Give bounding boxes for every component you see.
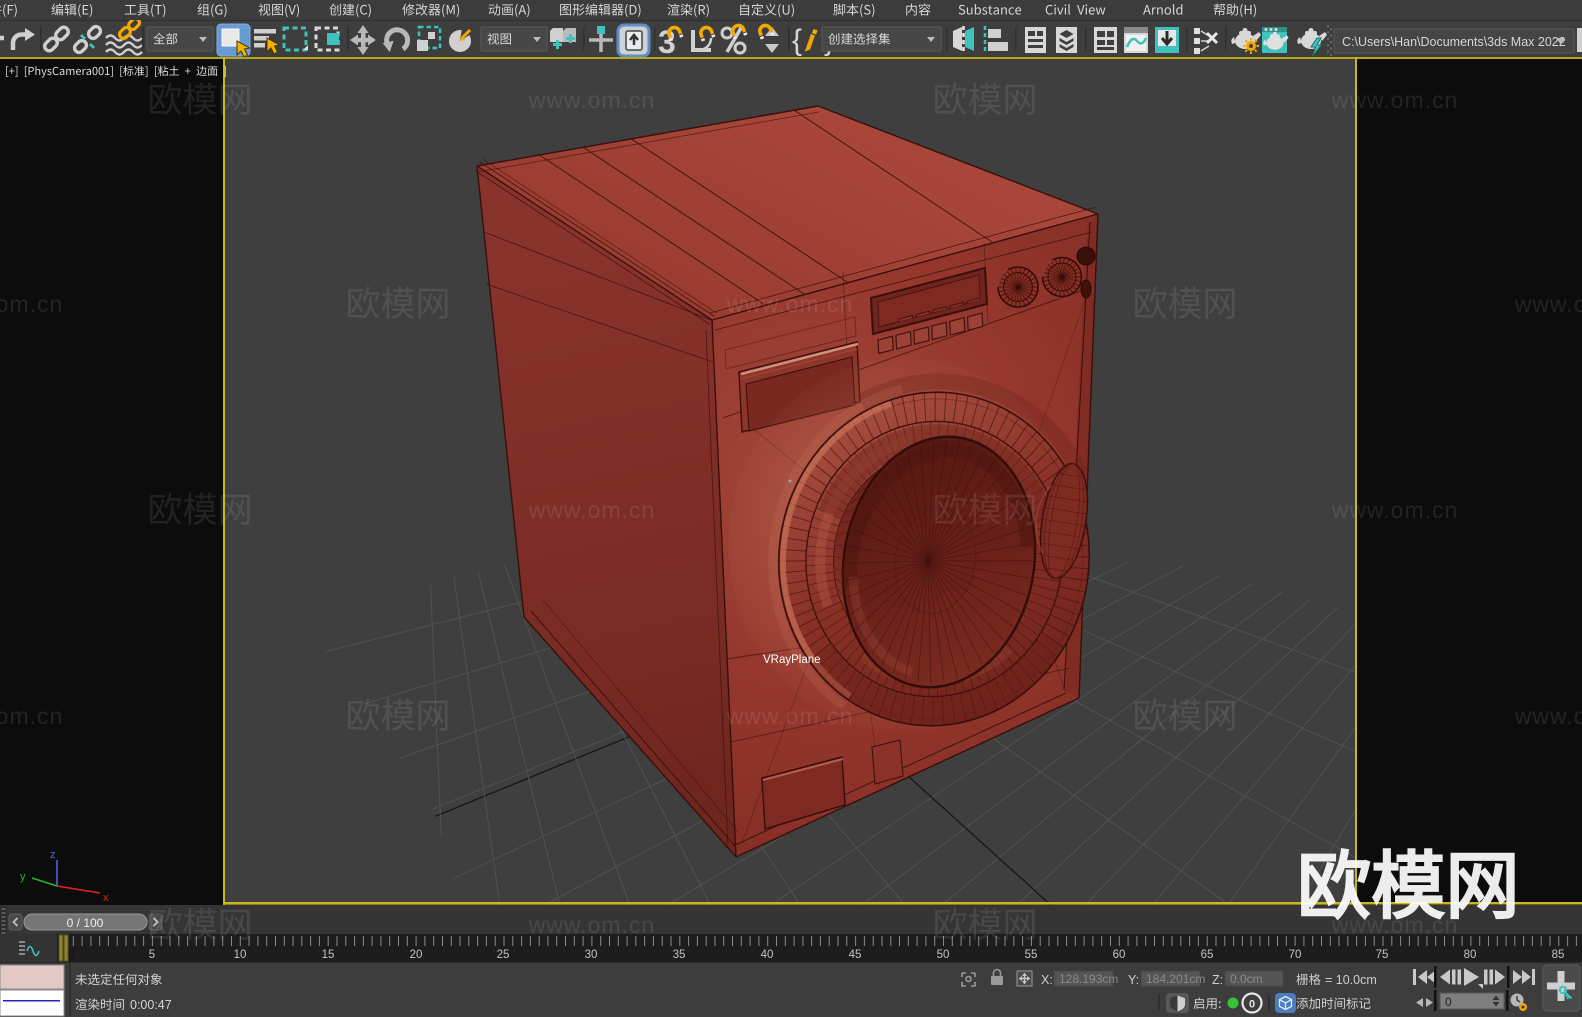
svg-text:www.om.cn: www.om.cn bbox=[1514, 703, 1582, 729]
svg-text:www.om.cn: www.om.cn bbox=[0, 291, 63, 317]
svg-text:www.om.cn: www.om.cn bbox=[726, 291, 854, 317]
svg-text:www.om.cn: www.om.cn bbox=[528, 497, 656, 523]
svg-text:www.om.cn: www.om.cn bbox=[1514, 291, 1582, 317]
svg-text:www.om.cn: www.om.cn bbox=[0, 703, 63, 729]
svg-text:www.om.cn: www.om.cn bbox=[726, 703, 854, 729]
svg-text:www.om.cn: www.om.cn bbox=[1331, 87, 1459, 113]
svg-text:www.om.cn: www.om.cn bbox=[528, 912, 656, 938]
svg-text:www.om.cn: www.om.cn bbox=[528, 87, 656, 113]
svg-text:www.om.cn: www.om.cn bbox=[1331, 497, 1459, 523]
